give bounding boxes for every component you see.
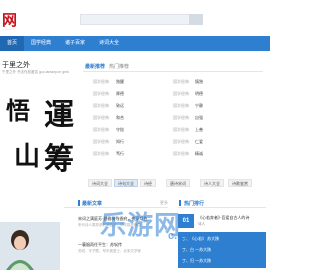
tag-link[interactable]: 唐诗宋词	[166, 179, 190, 187]
nav-item-schools[interactable]: 诸子百家	[58, 36, 92, 51]
tag-link[interactable]: 诗人大全	[200, 179, 224, 187]
logo-subtitle: ·········	[2, 27, 14, 32]
section-accent	[78, 200, 80, 206]
rank-list: 丁、《心若》 苏大陕 丁、白 一苏大陕 丁、归 一苏大陕	[178, 232, 266, 268]
category-label: 国学经典	[173, 127, 189, 132]
section-title: 热门排行	[184, 201, 205, 207]
watermark-domain: c.cn	[168, 230, 191, 242]
item-title[interactable]: 宁静	[195, 103, 203, 109]
hero-title: 于里之外	[2, 61, 30, 69]
calligraphy-char: 筹	[44, 142, 74, 177]
recommend-tabs: 最新推荐 热门推荐	[83, 60, 263, 72]
item-title[interactable]: 精诚	[195, 151, 203, 157]
rank-title[interactable]: 《心若奔者》·吾爱自古人的诗	[198, 215, 249, 221]
hero-artwork[interactable]: 于里之外 千里之外 书法作品鉴赏 goo.lamaxy.cn gmk 悟 山 運…	[0, 56, 78, 177]
category-label: 国学经典	[173, 151, 189, 156]
recommend-panel: 最新推荐 热门推荐 国学经典 独醒 国学经典 慎独 国学经典 厚德 国学经典 明…	[83, 60, 263, 156]
tag-link[interactable]: 诗词大全	[88, 179, 112, 187]
page: 网 ········· 首页 国学经典 诸子百家 诗词大全 于里之外 千里之外 …	[0, 0, 270, 270]
item-title[interactable]: 仁爱	[195, 139, 203, 145]
section-title: 最新文章	[82, 201, 103, 207]
item-title[interactable]: 笃行	[116, 151, 124, 157]
tab-latest[interactable]: 最新推荐	[85, 63, 105, 70]
search-input[interactable]	[80, 14, 190, 25]
rank-item[interactable]: 丁、归 一苏大陕	[182, 258, 211, 264]
category-label: 国学经典	[173, 103, 189, 108]
item-title[interactable]: 知行	[116, 139, 124, 145]
portrait-image	[0, 222, 60, 270]
list-item[interactable]: 国学经典 守拙 国学经典 上善	[83, 127, 263, 137]
section-header: 热门排行	[178, 198, 266, 208]
item-title[interactable]: 厚德	[116, 91, 124, 97]
category-label: 国学经典	[93, 115, 109, 120]
header: 网 ·········	[0, 0, 270, 36]
tag-link[interactable]: 诗句大全	[114, 179, 138, 187]
category-label: 国学经典	[173, 115, 189, 120]
calligraphy-char: 悟	[6, 96, 30, 125]
list-item[interactable]: 国学经典 致远 国学经典 宁静	[83, 103, 263, 113]
category-label: 国学经典	[93, 127, 109, 132]
search-button[interactable]	[189, 14, 203, 25]
list-item[interactable]: 国学经典 笃行 国学经典 精诚	[83, 151, 263, 161]
hero-description: 千里之外 书法作品鉴赏 goo.lamaxy.cn gmk	[2, 70, 69, 74]
category-label: 国学经典	[93, 91, 109, 96]
calligraphy-char: 山	[14, 142, 41, 172]
tab-hot[interactable]: 热门推荐	[109, 63, 129, 70]
main-nav: 首页 国学经典 诸子百家 诗词大全	[0, 36, 270, 51]
item-title[interactable]: 慎独	[195, 79, 203, 85]
item-title[interactable]: 独醒	[116, 79, 124, 85]
item-title[interactable]: 上善	[195, 127, 203, 133]
category-label: 国学经典	[173, 91, 189, 96]
list-item[interactable]: 国学经典 知行 国学经典 仁爱	[83, 139, 263, 149]
tag-link[interactable]: 诗经	[140, 179, 156, 187]
list-item[interactable]: 国学经典 和合 国学经典 自强	[83, 115, 263, 125]
nav-item-poems[interactable]: 诗词大全	[92, 36, 126, 51]
category-label: 国学经典	[93, 103, 109, 108]
calligraphy-char: 運	[44, 98, 74, 133]
category-label: 国学经典	[173, 139, 189, 144]
category-label: 国学经典	[93, 139, 109, 144]
list-item[interactable]: 国学经典 厚德 国学经典 明德	[83, 91, 263, 101]
item-title[interactable]: 致远	[116, 103, 124, 109]
nav-item-home[interactable]: 首页	[0, 36, 25, 51]
article-title[interactable]: 一蓑烟雨任平生：苏轼传	[78, 242, 172, 248]
list-item[interactable]: 国学经典 独醒 国学经典 慎独	[83, 79, 263, 89]
item-title[interactable]: 和合	[116, 115, 124, 121]
rank-item[interactable]: 丁、白 一苏大陕	[182, 247, 211, 253]
article-thumbnail[interactable]	[0, 222, 60, 270]
tag-link[interactable]: 诗歌鉴赏	[228, 179, 252, 187]
item-title[interactable]: 明德	[195, 91, 203, 97]
article-summary: 苏轼，字子瞻，号东坡居士，北宋文学家	[78, 249, 141, 253]
category-label: 国学经典	[93, 79, 109, 84]
rank-subtitle: 诗人	[198, 222, 205, 226]
item-title[interactable]: 守拙	[116, 127, 124, 133]
category-label: 国学经典	[93, 151, 109, 156]
nav-item-classics[interactable]: 国学经典	[24, 36, 58, 51]
category-label: 国学经典	[173, 79, 189, 84]
item-title[interactable]: 自强	[195, 115, 203, 121]
